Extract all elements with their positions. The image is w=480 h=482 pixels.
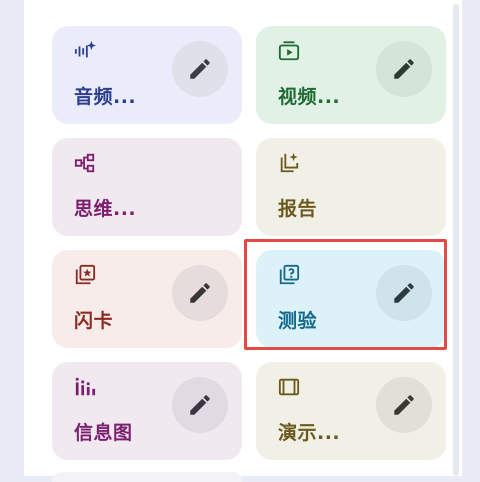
tile-label: 信息图 <box>74 422 133 444</box>
tile-audio-overview[interactable]: 音频... <box>52 26 242 124</box>
highlight-box <box>244 239 447 350</box>
flashcard-star-icon <box>74 264 96 286</box>
edit-button[interactable] <box>376 41 432 97</box>
scrollbar-thumb[interactable] <box>453 4 459 476</box>
audio-spark-icon <box>74 40 96 62</box>
edit-button[interactable] <box>172 41 228 97</box>
partial-tile <box>52 472 242 482</box>
tile-mind-map[interactable]: 思维... <box>52 138 242 236</box>
slides-icon <box>278 376 300 398</box>
edit-button[interactable] <box>172 265 228 321</box>
pencil-icon <box>190 283 210 303</box>
video-play-icon <box>278 40 300 62</box>
pencil-icon <box>394 395 414 415</box>
tile-video-overview[interactable]: 视频... <box>256 26 446 124</box>
tile-slides[interactable]: 演示... <box>256 362 446 460</box>
infographic-bars-icon <box>74 376 96 398</box>
edit-button[interactable] <box>376 377 432 433</box>
tile-report[interactable]: 报告 <box>256 138 446 236</box>
tile-infographic[interactable]: 信息图 <box>52 362 242 460</box>
scrollbar[interactable] <box>450 0 462 476</box>
pencil-icon <box>394 59 414 79</box>
mindmap-icon <box>74 152 96 174</box>
tile-label: 报告 <box>278 198 318 220</box>
pencil-icon <box>190 59 210 79</box>
tile-label: 音频... <box>74 86 137 108</box>
tile-label: 演示... <box>278 422 341 444</box>
tile-label: 闪卡 <box>74 310 114 332</box>
tile-flashcards[interactable]: 闪卡 <box>52 250 242 348</box>
tile-label: 思维... <box>74 198 137 220</box>
tile-label: 视频... <box>278 86 341 108</box>
edit-button[interactable] <box>172 377 228 433</box>
pencil-icon <box>190 395 210 415</box>
report-spark-icon <box>278 152 300 174</box>
